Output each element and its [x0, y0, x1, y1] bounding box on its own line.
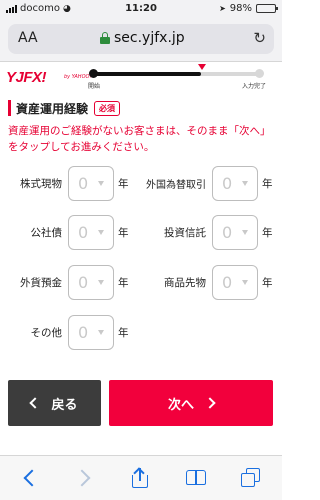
chevron-right-icon: [204, 397, 216, 409]
select-value: 0: [222, 223, 233, 242]
years-select[interactable]: 0: [68, 315, 114, 350]
field-investment-trust: 投資信託 0 年: [142, 215, 273, 250]
years-select[interactable]: 0: [212, 166, 258, 201]
chevron-down-icon: [98, 280, 104, 285]
lock-icon: [100, 32, 110, 44]
select-value: 0: [78, 273, 89, 292]
share-icon[interactable]: [131, 467, 149, 488]
chevron-down-icon: [242, 181, 248, 186]
back-button-label: 戻る: [51, 397, 78, 413]
progress-end-label: 入力完了: [242, 83, 267, 90]
bookmarks-icon[interactable]: [186, 468, 208, 488]
years-select[interactable]: 0: [68, 215, 114, 250]
field-foreign-deposit: 外貨預金 0 年: [18, 265, 129, 300]
text-size-button[interactable]: AA: [18, 30, 38, 46]
field-label: 外国為替取引: [146, 180, 206, 191]
battery-icon: [256, 4, 278, 13]
field-bonds: 公社債 0 年: [18, 215, 129, 250]
heading-accent-bar: [8, 100, 11, 116]
years-select[interactable]: 0: [212, 265, 258, 300]
next-button[interactable]: 次へ: [109, 380, 273, 426]
section-title: 資産運用経験: [16, 101, 89, 116]
unit-label: 年: [262, 277, 273, 289]
field-label: 株式現物: [20, 178, 62, 190]
reload-icon[interactable]: ↻: [253, 29, 266, 47]
field-label: 商品先物: [164, 277, 206, 289]
back-button[interactable]: 戻る: [8, 380, 101, 426]
chevron-left-icon: [29, 397, 42, 409]
progress-marker-icon: [198, 64, 206, 70]
header: YJFX! by YAHOO! 開始 入力完了: [0, 63, 282, 95]
unit-label: 年: [118, 277, 129, 289]
url-field[interactable]: AA sec.yjfx.jp ↻: [8, 24, 274, 54]
field-other: その他 0 年: [18, 315, 129, 350]
select-value: 0: [78, 323, 89, 342]
next-button-label: 次へ: [167, 397, 194, 413]
field-forex: 外国為替取引 0 年: [142, 166, 273, 201]
chevron-down-icon: [242, 280, 248, 285]
field-commodity-futures: 商品先物 0 年: [142, 265, 273, 300]
unit-label: 年: [262, 227, 273, 239]
logo-sub: by YAHOO!: [64, 74, 92, 80]
logo: YJFX!: [6, 69, 47, 86]
chevron-down-icon: [242, 230, 248, 235]
status-bar: docomo ◕ 11:20 ➤ 98%: [0, 0, 282, 18]
field-label: 公社債: [30, 227, 63, 239]
progress-end-dot: [255, 69, 264, 78]
select-value: 0: [222, 273, 233, 292]
field-label: 投資信託: [164, 227, 206, 239]
years-select[interactable]: 0: [68, 166, 114, 201]
select-value: 0: [78, 223, 89, 242]
progress-start-dot: [89, 69, 98, 78]
years-select[interactable]: 0: [68, 265, 114, 300]
unit-label: 年: [118, 178, 129, 190]
location-icon: ➤: [219, 4, 226, 13]
field-stocks: 株式現物 0 年: [18, 166, 129, 201]
tabs-icon[interactable]: [241, 468, 261, 488]
chevron-down-icon: [98, 181, 104, 186]
unit-label: 年: [118, 227, 129, 239]
years-select[interactable]: 0: [212, 215, 258, 250]
progress-start-label: 開始: [88, 83, 101, 90]
address-bar: AA sec.yjfx.jp ↻: [0, 18, 282, 62]
progress-track: [93, 72, 259, 76]
field-label: その他: [30, 327, 63, 339]
status-right: ➤ 98%: [219, 3, 278, 14]
field-label: 外貨預金: [20, 277, 62, 289]
unit-label: 年: [262, 178, 273, 190]
browser-toolbar: [0, 455, 282, 500]
back-icon[interactable]: [22, 468, 36, 488]
chevron-down-icon: [98, 230, 104, 235]
instruction-text: 資産運用のご経験がないお客さまは、そのまま「次へ」をタップしてお進みください。: [8, 125, 271, 153]
required-badge: 必須: [94, 100, 121, 116]
forward-icon[interactable]: [76, 468, 90, 488]
progress-fill: [93, 72, 201, 76]
unit-label: 年: [118, 327, 129, 339]
chevron-down-icon: [98, 330, 104, 335]
battery-percent: 98%: [229, 3, 252, 14]
url-text[interactable]: sec.yjfx.jp: [114, 30, 185, 46]
select-value: 0: [222, 174, 233, 193]
select-value: 0: [78, 174, 89, 193]
section-heading: 資産運用経験 必須: [8, 99, 121, 117]
